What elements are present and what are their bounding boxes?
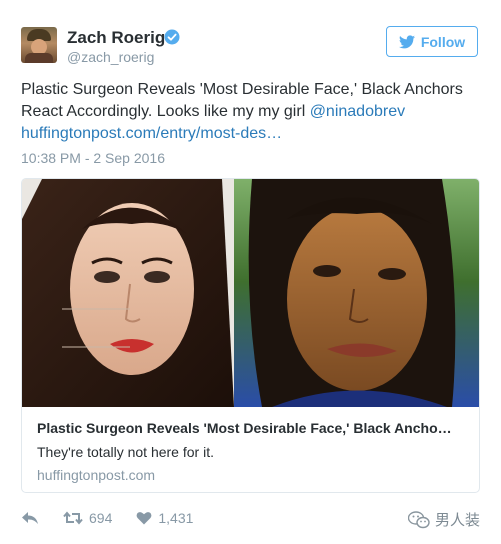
tweet-timestamp[interactable]: 10:38 PM - 2 Sep 2016 — [21, 150, 165, 166]
like-button[interactable]: 1,431 — [136, 510, 193, 526]
watermark: 男人装 — [408, 509, 480, 530]
card-domain: huffingtonpost.com — [37, 467, 156, 483]
like-count: 1,431 — [158, 510, 194, 526]
retweet-button[interactable]: 694 — [63, 510, 112, 526]
retweet-icon — [63, 511, 83, 525]
verified-badge-icon — [164, 29, 180, 45]
watermark-text: 男人装 — [435, 512, 481, 529]
reply-button[interactable] — [21, 511, 39, 525]
tweet-actions: 694 1,431 — [21, 508, 217, 528]
tweet-text: Plastic Surgeon Reveals 'Most Desirable … — [21, 79, 476, 145]
card-image — [22, 179, 479, 407]
tweet-container: Zach Roerig @zach_roerig Follow Plastic … — [0, 0, 501, 544]
heart-icon — [136, 512, 152, 525]
twitter-bird-icon — [398, 34, 415, 48]
card-title[interactable]: Plastic Surgeon Reveals 'Most Desirable … — [37, 420, 467, 436]
follow-button-label: Follow — [420, 33, 466, 50]
retweet-count: 694 — [89, 510, 113, 526]
reply-icon — [22, 512, 38, 524]
avatar[interactable] — [21, 27, 57, 63]
avatar-body — [25, 53, 53, 63]
mention-link[interactable]: @ninadobrev — [310, 103, 405, 120]
article-link[interactable]: huffingtonpost.com/entry/most-des… — [21, 125, 282, 142]
link-card[interactable]: Plastic Surgeon Reveals 'Most Desirable … — [21, 178, 480, 493]
user-handle[interactable]: @zach_roerig — [67, 49, 154, 65]
card-description: They're totally not here for it. — [37, 444, 214, 460]
display-name[interactable]: Zach Roerig — [67, 28, 165, 48]
follow-button[interactable]: Follow — [386, 26, 478, 57]
wechat-icon — [408, 510, 430, 528]
